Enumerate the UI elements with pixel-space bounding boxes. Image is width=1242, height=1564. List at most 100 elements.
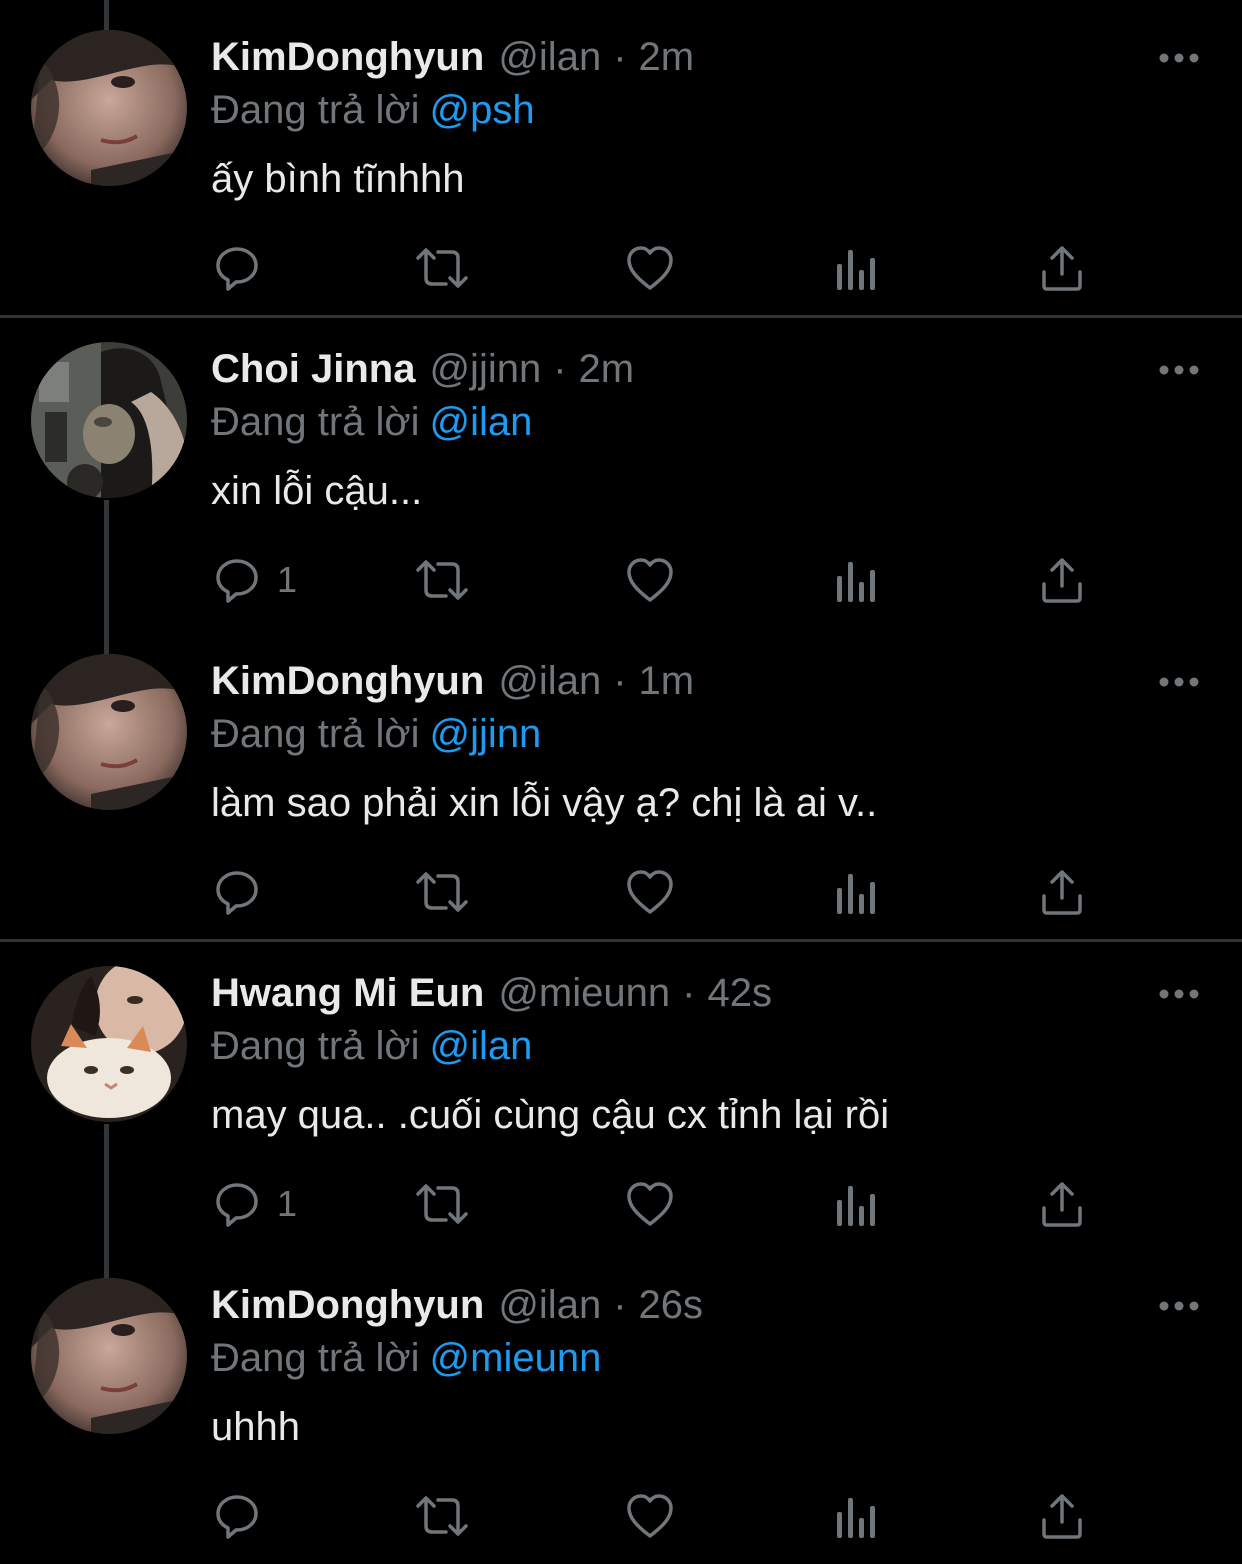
tweet-actions [0,238,1242,298]
tweet[interactable]: KimDonghyun @ilan · 26s Đang trả lời @mie… [0,1254,1242,1564]
display-name[interactable]: KimDonghyun [211,1283,484,1328]
mention-link[interactable]: @ilan [430,1024,533,1068]
share-icon [1042,1182,1082,1227]
tweet[interactable]: Hwang Mi Eun @mieunn · 42s Đang trả lời @… [0,942,1242,1254]
kimdonghyun-avatar[interactable] [31,1278,187,1434]
reply-icon [216,1495,258,1539]
display-name[interactable]: KimDonghyun [211,659,484,704]
reply-button[interactable]: 1 [213,550,297,610]
like-icon [627,870,673,914]
more-options-icon[interactable] [1158,984,1202,1004]
more-options-icon[interactable] [1158,360,1202,380]
retweet-icon [416,872,468,912]
reply-icon [216,1183,258,1227]
display-name[interactable]: KimDonghyun [211,35,484,80]
retweet-button[interactable] [414,862,470,922]
like-button[interactable] [625,1486,675,1546]
mention-link[interactable]: @jjinn [430,712,542,756]
timestamp[interactable]: 2m [579,347,635,392]
retweet-button[interactable] [414,550,470,610]
share-button[interactable] [1040,862,1084,922]
tweet-actions: 1 [0,550,1242,610]
replying-to-label: Đang trả lời [211,1336,420,1380]
share-icon [1042,1494,1082,1539]
more-options-icon[interactable] [1158,48,1202,68]
like-button[interactable] [625,550,675,610]
replying-to-label: Đang trả lời [211,88,420,132]
replying-to-label: Đang trả lời [211,400,420,444]
tweet[interactable]: KimDonghyun @ilan · 2m Đang trả lời @psh … [0,0,1242,315]
like-icon [627,1182,673,1226]
analytics-icon [837,1498,875,1538]
share-icon [1042,870,1082,915]
display-name[interactable]: Choi Jinna [211,347,415,392]
user-handle[interactable]: @mieunn [498,971,670,1016]
like-icon [627,1494,673,1538]
tweet-header: KimDonghyun @ilan · 2m [211,35,694,83]
analytics-button[interactable] [834,550,878,610]
tweet-text: xin lỗi cậu... [211,469,423,513]
retweet-button[interactable] [414,1486,470,1546]
separator-dot: · [682,971,696,1015]
separator-dot: · [553,347,567,391]
timestamp[interactable]: 26s [639,1283,704,1328]
reply-icon [216,871,258,915]
retweet-button[interactable] [414,1174,470,1234]
more-options-icon[interactable] [1158,672,1202,692]
share-icon [1042,558,1082,603]
separator-dot: · [613,35,627,79]
tweet[interactable]: KimDonghyun @ilan · 1m Đang trả lời @jjin… [0,630,1242,939]
tweet-text: may qua.. .cuối cùng cậu cx tỉnh lại rồi [211,1093,890,1137]
analytics-button[interactable] [834,238,878,298]
tweet-header: KimDonghyun @ilan · 1m [211,659,694,707]
analytics-icon [837,874,875,914]
tweet[interactable]: Choi Jinna @jjinn · 2m Đang trả lời @ilan… [0,318,1242,630]
like-button[interactable] [625,1174,675,1234]
user-handle[interactable]: @ilan [498,659,601,704]
tweet-actions [0,862,1242,922]
mention-link[interactable]: @ilan [430,400,533,444]
reply-button[interactable] [213,238,277,298]
analytics-icon [837,1186,875,1226]
tweet-actions [0,1486,1242,1546]
reply-button[interactable] [213,1486,277,1546]
analytics-button[interactable] [834,862,878,922]
display-name[interactable]: Hwang Mi Eun [211,971,484,1016]
tweet-text: ấy bình tĩnhhh [211,157,465,201]
kimdonghyun-avatar[interactable] [31,654,187,810]
mention-link[interactable]: @psh [430,88,535,132]
replying-to: Đang trả lời @ilan [211,400,532,445]
reply-button[interactable]: 1 [213,1174,297,1234]
reply-button[interactable] [213,862,277,922]
share-icon [1042,246,1082,291]
replying-to: Đang trả lời @jjinn [211,712,541,757]
share-button[interactable] [1040,1174,1084,1234]
timestamp[interactable]: 2m [639,35,695,80]
like-button[interactable] [625,238,675,298]
reply-count: 1 [277,1183,298,1224]
user-handle[interactable]: @ilan [498,1283,601,1328]
share-button[interactable] [1040,1486,1084,1546]
reply-icon [216,559,258,603]
reply-icon [216,247,258,291]
like-button[interactable] [625,862,675,922]
analytics-icon [837,250,875,290]
user-handle[interactable]: @ilan [498,35,601,80]
share-button[interactable] [1040,238,1084,298]
reply-count: 1 [277,559,298,600]
share-button[interactable] [1040,550,1084,610]
like-icon [627,558,673,602]
choi-jinna-avatar[interactable] [31,342,187,498]
user-handle[interactable]: @jjinn [429,347,541,392]
more-options-icon[interactable] [1158,1296,1202,1316]
analytics-button[interactable] [834,1486,878,1546]
retweet-button[interactable] [414,238,470,298]
mention-link[interactable]: @mieunn [430,1336,602,1380]
analytics-button[interactable] [834,1174,878,1234]
hwang-mi-eun-avatar[interactable] [31,966,187,1122]
replying-to-label: Đang trả lời [211,712,420,756]
kimdonghyun-avatar[interactable] [31,30,187,186]
timestamp[interactable]: 42s [707,971,772,1016]
retweet-icon [416,1496,468,1536]
timestamp[interactable]: 1m [639,659,695,704]
